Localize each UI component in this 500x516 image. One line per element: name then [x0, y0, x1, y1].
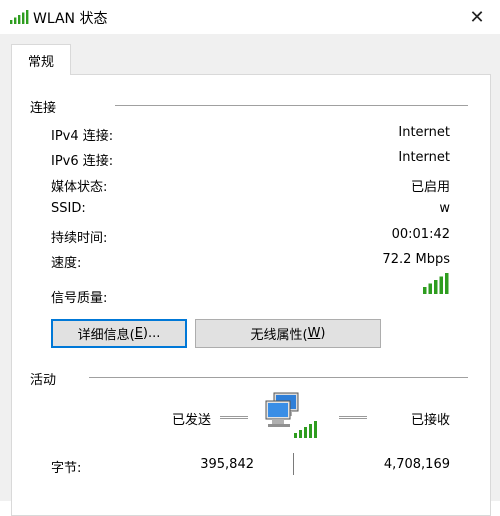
bytes-sent-value: 395,842	[200, 457, 254, 472]
wireless-properties-button[interactable]: 无线属性(W)	[195, 319, 381, 348]
received-label: 已接收	[410, 413, 450, 428]
ssid-label: SSID:	[51, 201, 86, 216]
details-button-suffix: )...	[142, 326, 161, 341]
signal-quality-label: 信号质量:	[51, 291, 108, 306]
details-button-label: 详细信息(	[77, 328, 135, 343]
wireless-button-suffix: )	[320, 326, 326, 341]
duration-value: 00:01:42	[391, 227, 450, 242]
network-computers-icon	[265, 392, 317, 438]
bytes-separator	[293, 453, 294, 475]
signal-strength-icon	[423, 273, 449, 294]
window-title: WLAN 状态	[33, 11, 108, 27]
title-bar: WLAN 状态 ✕	[0, 0, 500, 34]
details-button-accel: E	[134, 326, 143, 341]
connection-group-heading: 连接	[30, 101, 57, 116]
ipv6-value: Internet	[398, 150, 450, 165]
wireless-button-label: 无线属性(	[250, 328, 308, 343]
sent-dash	[220, 416, 248, 419]
duration-label: 持续时间:	[51, 231, 108, 246]
ipv4-label: IPv4 连接:	[51, 129, 114, 144]
close-icon: ✕	[469, 6, 485, 28]
wireless-button-accel: W	[307, 326, 321, 341]
ipv4-value: Internet	[398, 125, 450, 140]
sent-label: 已发送	[172, 413, 212, 428]
activity-group-divider	[89, 377, 468, 378]
wifi-signal-icon	[10, 10, 29, 24]
media-state-value: 已启用	[410, 180, 450, 195]
bytes-label: 字节:	[51, 461, 82, 476]
speed-label: 速度:	[51, 256, 82, 271]
ipv6-label: IPv6 连接:	[51, 154, 114, 169]
tab-general-label: 常规	[27, 54, 54, 70]
speed-value: 72.2 Mbps	[382, 252, 450, 267]
media-state-label: 媒体状态:	[51, 180, 108, 195]
tab-panel: 连接 IPv4 连接: Internet IPv6 连接: Internet 媒…	[11, 74, 491, 516]
received-dash	[339, 416, 367, 419]
ssid-value: w	[439, 201, 450, 216]
connection-group-divider	[115, 105, 468, 106]
bytes-received-value: 4,708,169	[383, 457, 450, 472]
dialog-body: 常规 连接 IPv4 连接: Internet IPv6 连接: Interne…	[0, 34, 500, 516]
tab-general[interactable]: 常规	[11, 44, 71, 75]
details-button[interactable]: 详细信息(E)...	[51, 319, 187, 348]
activity-group-heading: 活动	[30, 373, 57, 388]
close-button[interactable]: ✕	[454, 0, 500, 34]
